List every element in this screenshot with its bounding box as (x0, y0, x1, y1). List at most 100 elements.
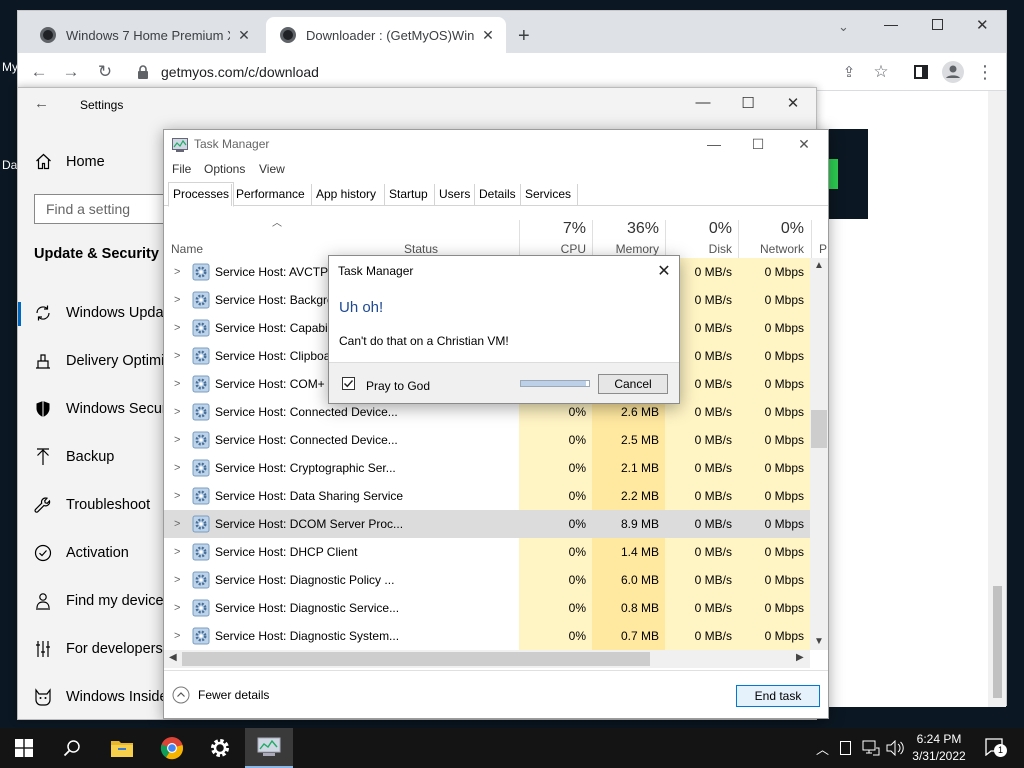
expand-chevron-icon[interactable]: > (174, 546, 180, 558)
horizontal-scrollbar-thumb[interactable] (182, 652, 650, 666)
expand-chevron-icon[interactable]: > (174, 378, 180, 390)
settings-nav-find-my-device[interactable]: Find my device (32, 592, 164, 610)
table-row[interactable]: > Service Host: Data Sharing Service 0% 2.2… (164, 482, 810, 510)
taskbar-file-explorer[interactable] (98, 728, 146, 768)
expand-chevron-icon[interactable]: > (174, 518, 180, 530)
pray-checkbox[interactable] (342, 377, 355, 390)
settings-nav-activation[interactable]: Activation (32, 544, 129, 562)
column-status[interactable]: Status (404, 242, 438, 256)
expand-chevron-icon[interactable]: > (174, 490, 180, 502)
taskbar-clock[interactable]: 6:24 PM 3/31/2022 (900, 731, 978, 765)
minimize-icon[interactable]: — (694, 133, 734, 155)
minimize-icon[interactable] (884, 25, 898, 26)
table-row[interactable]: > Service Host: DHCP Client 0% 1.4 MB 0 MB/s… (164, 538, 810, 566)
column-disk[interactable]: Disk (665, 242, 732, 256)
table-row[interactable]: > Service Host: Diagnostic Policy ... 0% 6.… (164, 566, 810, 594)
bookmark-star-icon[interactable]: ☆ (870, 61, 892, 83)
fewer-details-button[interactable]: Fewer details (172, 686, 269, 704)
expand-chevron-icon[interactable]: > (174, 602, 180, 614)
cancel-button[interactable]: Cancel (598, 374, 668, 394)
close-window-icon[interactable]: ✕ (778, 94, 808, 112)
close-window-icon[interactable]: ✕ (784, 133, 824, 155)
address-bar[interactable]: getmyos.com/c/download (129, 57, 845, 87)
settings-nav-troubleshoot[interactable]: Troubleshoot (32, 496, 150, 514)
settings-home[interactable]: Home (32, 153, 105, 170)
desktop-icon-label[interactable]: My (2, 60, 18, 74)
show-hidden-icons-icon[interactable]: ︿ (816, 739, 829, 758)
page-scrollbar-thumb[interactable] (993, 586, 1002, 698)
scroll-up-icon[interactable]: ▲ (814, 260, 824, 271)
column-disk-percent[interactable]: 0% (665, 220, 732, 238)
scroll-right-icon[interactable]: ▶ (796, 652, 804, 663)
maximize-icon[interactable]: ☐ (738, 133, 778, 155)
scroll-left-icon[interactable]: ◀ (169, 652, 177, 663)
column-memory-percent[interactable]: 36% (592, 220, 659, 238)
column-cpu-percent[interactable]: 7% (519, 220, 586, 238)
expand-chevron-icon[interactable]: > (174, 574, 180, 586)
end-task-button[interactable]: End task (736, 685, 820, 707)
column-name[interactable]: Name (171, 242, 203, 256)
taskbar-settings[interactable] (196, 728, 244, 768)
browser-tab-downloader[interactable]: Downloader : (GetMyOS)Window ✕ (266, 17, 506, 53)
close-icon[interactable]: ✕ (655, 261, 673, 281)
battery-icon[interactable] (840, 741, 851, 755)
menu-kebab-icon[interactable]: ⋮ (974, 61, 996, 83)
tab-users[interactable]: Users (434, 184, 474, 206)
expand-chevron-icon[interactable]: > (174, 434, 180, 446)
column-memory[interactable]: Memory (592, 242, 659, 256)
table-row[interactable]: > Service Host: DCOM Server Proc... 0% 8.9 … (164, 510, 810, 538)
maximize-icon[interactable] (932, 19, 943, 30)
side-panel-icon[interactable] (910, 61, 932, 83)
pray-checkbox-label[interactable]: Pray to God (366, 379, 430, 393)
vertical-scrollbar[interactable]: ▲ ▼ (810, 258, 828, 650)
back-arrow-icon[interactable]: ← (34, 95, 49, 112)
table-row[interactable]: > Service Host: Diagnostic System... 0% 0.7… (164, 622, 810, 650)
column-cpu[interactable]: CPU (519, 242, 586, 256)
network-icon[interactable] (862, 740, 880, 756)
share-icon[interactable]: ⇪ (838, 61, 860, 83)
menu-file[interactable]: File (172, 162, 191, 176)
new-tab-button[interactable]: + (518, 25, 530, 48)
close-window-icon[interactable]: ✕ (976, 16, 989, 34)
menu-view[interactable]: View (259, 162, 285, 176)
expand-chevron-icon[interactable]: > (174, 630, 180, 642)
settings-nav-for-developers[interactable]: For developers (32, 640, 163, 658)
tab-app-history[interactable]: App history (311, 184, 380, 206)
expand-chevron-icon[interactable]: > (174, 406, 180, 418)
taskbar-task-manager[interactable] (245, 728, 293, 768)
vertical-scrollbar-thumb[interactable] (811, 410, 827, 448)
search-button[interactable] (48, 728, 96, 768)
maximize-icon[interactable]: ☐ (733, 94, 763, 112)
settings-nav-windows-update[interactable]: Windows Update (32, 304, 176, 322)
expand-chevron-icon[interactable]: > (174, 266, 180, 278)
profile-avatar-icon[interactable] (942, 61, 964, 83)
page-scrollbar[interactable] (988, 91, 1006, 707)
tab-details[interactable]: Details (474, 184, 520, 206)
tab-search-icon[interactable]: ⌄ (838, 19, 849, 35)
forward-arrow-icon[interactable]: → (60, 61, 82, 83)
horizontal-scrollbar[interactable]: ◀ ▶ (164, 650, 810, 668)
tab-performance[interactable]: Performance (231, 184, 309, 206)
column-network[interactable]: Network (738, 242, 804, 256)
back-arrow-icon[interactable]: ← (28, 61, 50, 83)
sort-caret-icon[interactable]: ︿ (272, 214, 282, 229)
taskbar-chrome[interactable] (148, 728, 196, 768)
table-row[interactable]: > Service Host: Cryptographic Ser... 0% 2.1… (164, 454, 810, 482)
tab-services[interactable]: Services (520, 184, 579, 206)
close-tab-icon[interactable]: ✕ (480, 27, 496, 44)
tab-startup[interactable]: Startup (384, 184, 432, 206)
table-row[interactable]: > Service Host: Connected Device... 0% 2.5 … (164, 426, 810, 454)
expand-chevron-icon[interactable]: > (174, 462, 180, 474)
settings-nav-backup[interactable]: Backup (32, 448, 114, 466)
column-network-percent[interactable]: 0% (738, 220, 804, 238)
browser-tab-windows7[interactable]: Windows 7 Home Premium X86 ✕ (26, 17, 262, 53)
reload-icon[interactable]: ↻ (94, 61, 116, 83)
tab-processes[interactable]: Processes (168, 182, 235, 207)
minimize-icon[interactable]: — (688, 94, 718, 111)
desktop-icon-label[interactable]: Da (2, 158, 17, 172)
menu-options[interactable]: Options (204, 162, 245, 176)
expand-chevron-icon[interactable]: > (174, 294, 180, 306)
expand-chevron-icon[interactable]: > (174, 322, 180, 334)
scroll-down-icon[interactable]: ▼ (814, 636, 824, 647)
action-center-button[interactable]: 1 (985, 738, 1007, 758)
